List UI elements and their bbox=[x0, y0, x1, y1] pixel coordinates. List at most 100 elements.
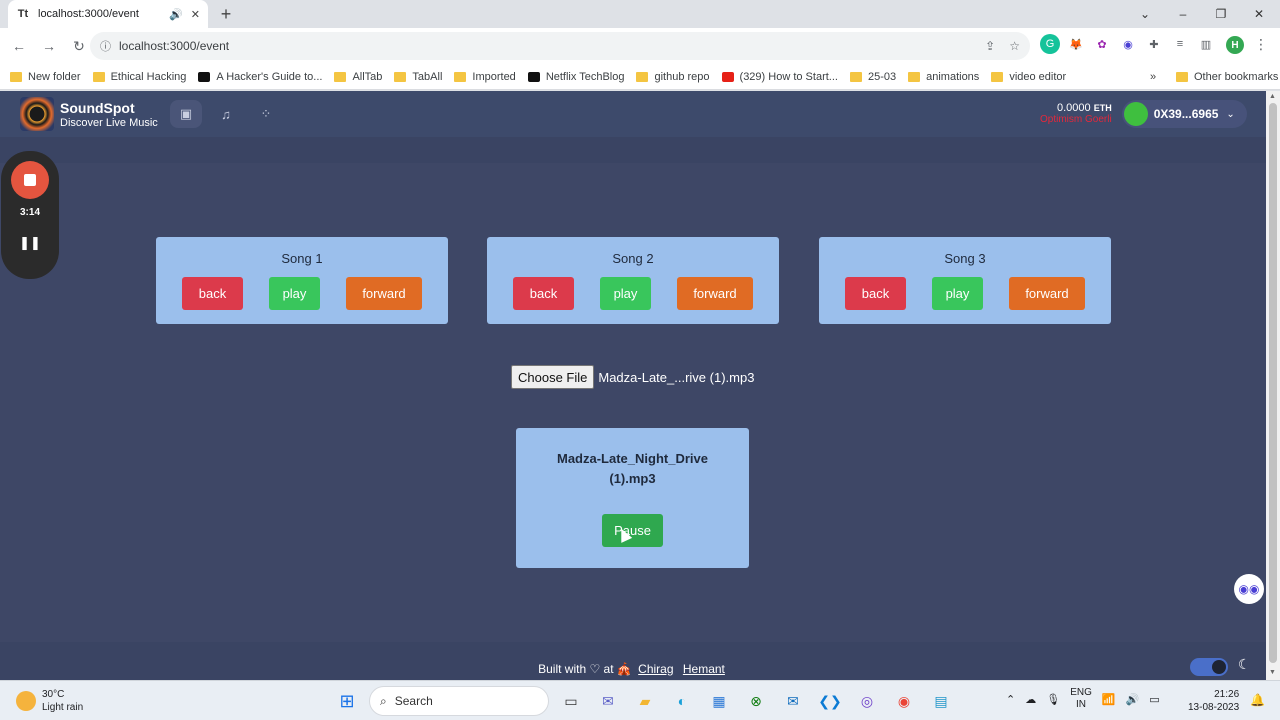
mail-icon[interactable]: ✉ bbox=[778, 686, 808, 716]
site-info-icon[interactable]: ⓘ bbox=[100, 38, 111, 54]
taskbar-search[interactable]: ⌕ Search bbox=[369, 686, 549, 716]
brand-name: SoundSpot bbox=[60, 100, 135, 116]
chrome-icon[interactable]: ◉ bbox=[889, 686, 919, 716]
close-tab-icon[interactable]: ✕ bbox=[191, 8, 200, 21]
music-note-icon[interactable]: ♫ bbox=[210, 100, 242, 128]
more-bookmarks-icon[interactable]: » bbox=[1150, 64, 1156, 90]
soundspot-logo[interactable] bbox=[20, 97, 54, 131]
language-indicator[interactable]: ENG IN bbox=[1070, 687, 1092, 711]
bookmark-item[interactable]: Imported bbox=[454, 70, 516, 83]
folder-icon bbox=[849, 71, 862, 82]
song-card-3: Song 3 back play forward bbox=[819, 237, 1111, 324]
wifi-icon[interactable]: 📶 bbox=[1102, 693, 1116, 706]
task-view-icon[interactable]: ▭ bbox=[556, 686, 586, 716]
vscode-icon[interactable]: ❮❯ bbox=[815, 686, 845, 716]
back-icon[interactable]: ← bbox=[6, 33, 32, 59]
bookmark-label: Netflix TechBlog bbox=[545, 70, 625, 83]
notification-icon[interactable]: 🔔 bbox=[1250, 693, 1265, 707]
audio-playing-icon[interactable]: 🔊 bbox=[169, 8, 183, 21]
page-scrollbar[interactable]: ▲ ▼ bbox=[1266, 91, 1280, 680]
share-icon[interactable]: ⇪ bbox=[985, 39, 995, 53]
bookmark-label: Imported bbox=[472, 70, 516, 83]
back-button[interactable]: back bbox=[182, 277, 243, 310]
bookmark-item[interactable]: TabAll bbox=[394, 71, 442, 83]
bookmark-item[interactable]: animations bbox=[908, 71, 979, 83]
play-button[interactable]: play bbox=[269, 277, 320, 310]
footer-link-hemant[interactable]: Hemant bbox=[683, 662, 725, 676]
dashboard-icon[interactable]: ⁘ bbox=[250, 100, 282, 128]
weather-widget[interactable]: 30°C Light rain bbox=[16, 688, 83, 714]
account-avatar bbox=[1123, 102, 1148, 126]
bookmark-label: AllTab bbox=[352, 70, 383, 83]
puzzle-icon[interactable]: ✚ bbox=[1144, 34, 1164, 54]
bookmark-item[interactable]: A Hacker's Guide to... bbox=[198, 71, 322, 83]
scroll-up-icon[interactable]: ▲ bbox=[1269, 93, 1276, 100]
clock[interactable]: 21:26 13-08-2023 bbox=[1188, 688, 1239, 714]
bookmark-label: TabAll bbox=[412, 70, 443, 83]
assistant-bot-icon[interactable]: ◉◉ bbox=[1234, 574, 1264, 604]
bookmark-item[interactable]: Netflix TechBlog bbox=[527, 70, 625, 83]
teams-chat-icon[interactable]: ✉ bbox=[593, 686, 623, 716]
menu-icon[interactable]: ⋮ bbox=[1254, 36, 1268, 53]
url-text[interactable]: localhost:3000/event bbox=[119, 39, 971, 53]
side-panel-icon[interactable]: ▥ bbox=[1196, 34, 1216, 54]
other-bookmarks[interactable]: Other bookmarks bbox=[1176, 64, 1278, 90]
back-button[interactable]: back bbox=[513, 277, 574, 310]
store-icon[interactable]: ▦ bbox=[704, 686, 734, 716]
scrollbar-thumb[interactable] bbox=[1269, 103, 1277, 663]
bookmark-item[interactable]: github repo bbox=[636, 71, 710, 83]
account-button[interactable]: 0X39...6965 ⌄ bbox=[1121, 100, 1247, 128]
github-desktop-icon[interactable]: ◎ bbox=[852, 686, 882, 716]
volume-icon[interactable]: 🔊 bbox=[1126, 693, 1140, 706]
stop-recording-button[interactable] bbox=[11, 161, 49, 199]
bot-extension-icon[interactable]: ◉ bbox=[1118, 34, 1138, 54]
calendar-icon[interactable]: ▣ bbox=[170, 100, 202, 128]
battery-icon[interactable]: ▭ bbox=[1149, 693, 1159, 706]
bookmark-item[interactable]: video editor bbox=[991, 71, 1066, 83]
scroll-down-icon[interactable]: ▼ bbox=[1269, 669, 1276, 676]
bookmark-item[interactable]: (329) How to Start... bbox=[721, 71, 838, 83]
bookmark-item[interactable]: AllTab bbox=[334, 71, 382, 83]
browser-tab[interactable]: Tt localhost:3000/event 🔊 ✕ bbox=[8, 0, 208, 28]
forward-button[interactable]: forward bbox=[677, 277, 753, 310]
metamask-icon[interactable]: 🦊 bbox=[1066, 34, 1086, 54]
bookmark-item[interactable]: New folder bbox=[10, 71, 81, 83]
reading-list-icon[interactable]: ≡ bbox=[1170, 34, 1190, 54]
pause-recording-icon[interactable]: ❚❚ bbox=[1, 235, 59, 251]
show-hidden-icons-icon[interactable]: ⌃ bbox=[1006, 693, 1015, 706]
address-bar[interactable]: ⓘ localhost:3000/event ⇪ ☆ bbox=[90, 32, 1030, 60]
microphone-icon[interactable]: 🎙 bbox=[1046, 693, 1060, 706]
footer-link-chirag[interactable]: Chirag bbox=[638, 662, 673, 676]
back-button[interactable]: back bbox=[845, 277, 906, 310]
brand[interactable]: SoundSpot Discover Live Music bbox=[60, 100, 158, 129]
forward-button[interactable]: forward bbox=[346, 277, 422, 310]
forward-icon[interactable]: → bbox=[36, 33, 62, 59]
language-code: ENG bbox=[1070, 687, 1092, 698]
reload-icon[interactable]: ↻ bbox=[66, 33, 92, 59]
windows-start-icon[interactable]: ⊞ bbox=[332, 686, 362, 716]
new-tab-button[interactable]: + bbox=[216, 4, 236, 24]
grammarly-icon[interactable]: G bbox=[1040, 34, 1060, 54]
edge-icon[interactable]: ◐ bbox=[667, 686, 697, 716]
forward-button[interactable]: forward bbox=[1009, 277, 1085, 310]
pause-button[interactable]: Pause bbox=[602, 514, 663, 547]
file-explorer-icon[interactable]: ▰ bbox=[630, 686, 660, 716]
play-button[interactable]: play bbox=[932, 277, 983, 310]
system-tray: ⌃ ☁ 🎙 ENG IN 📶 🔊 ▭ bbox=[1006, 687, 1160, 711]
minimize-icon[interactable]: – bbox=[1164, 0, 1202, 28]
bookmark-star-icon[interactable]: ☆ bbox=[1009, 39, 1020, 53]
bookmark-item[interactable]: 25-03 bbox=[849, 71, 896, 83]
profile-avatar[interactable]: H bbox=[1226, 36, 1244, 54]
maximize-icon[interactable]: ❐ bbox=[1202, 0, 1240, 28]
choose-file-button[interactable]: Choose File bbox=[511, 365, 595, 389]
bookmark-item[interactable]: Ethical Hacking bbox=[92, 71, 186, 83]
xbox-icon[interactable]: ⊗ bbox=[741, 686, 771, 716]
bookmark-label: New folder bbox=[28, 70, 81, 83]
color-extension-icon[interactable]: ✿ bbox=[1092, 34, 1112, 54]
theme-toggle[interactable] bbox=[1190, 658, 1228, 676]
play-button[interactable]: play bbox=[600, 277, 651, 310]
close-window-icon[interactable]: ✕ bbox=[1240, 0, 1278, 28]
onedrive-icon[interactable]: ☁ bbox=[1025, 693, 1036, 706]
notepad-icon[interactable]: ▤ bbox=[926, 686, 956, 716]
tab-search-icon[interactable]: ⌄ bbox=[1126, 0, 1164, 28]
